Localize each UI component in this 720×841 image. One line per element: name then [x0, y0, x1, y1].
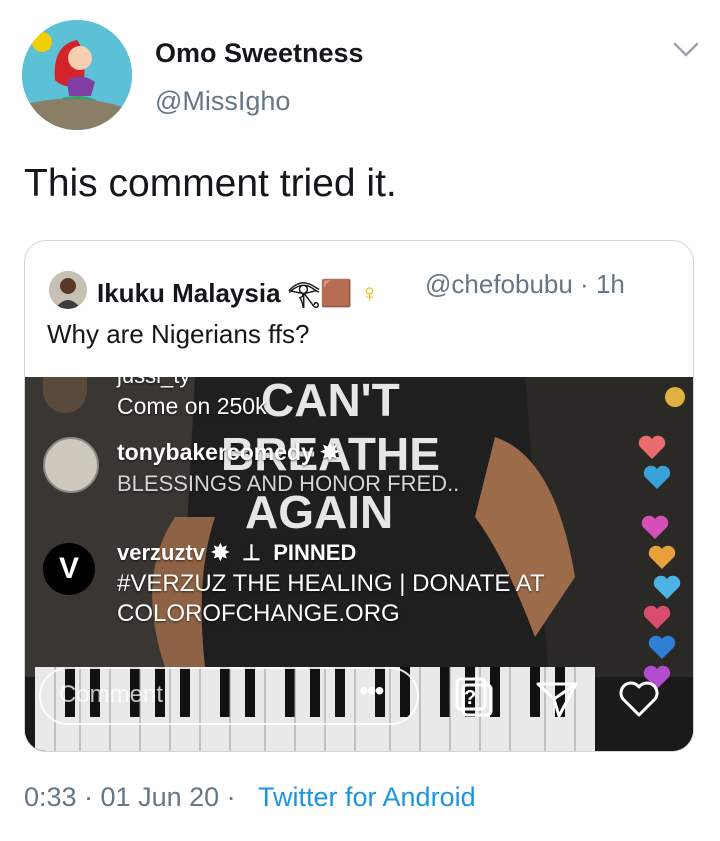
verified-badge-icon: ✸ [211, 540, 230, 565]
author-avatar[interactable] [22, 20, 132, 130]
quoted-tweet-card[interactable]: Ikuku Malaysia 𓂀🟫 ♀ @chefobubu · 1h Why … [24, 240, 694, 752]
verzuz-avatar: V [43, 543, 95, 595]
pinned-badge: PINNED [273, 540, 357, 565]
comment-text-line-2: COLOROFCHANGE.ORG [117, 600, 400, 627]
comment-username: tonybakercomedy ✸ [117, 439, 340, 466]
comment-username-text: verzuztv [117, 540, 206, 565]
comment-text: BLESSINGS AND HONOR FRED.. [117, 471, 460, 496]
quoted-media-image[interactable]: CAN'T BREATHE AGAIN jussi_ty Come on 250… [25, 377, 693, 751]
verified-badge-icon: ✸ [320, 439, 340, 465]
author-name[interactable]: Omo Sweetness [155, 38, 364, 69]
female-sign-icon: ♀ [359, 278, 380, 308]
comment-text-line-1: #VERZUZ THE HEALING | DONATE AT [117, 570, 545, 597]
comment-username: jussi_ty [117, 377, 190, 389]
quoted-handle-time[interactable]: @chefobubu · 1h [425, 269, 625, 300]
comment-input[interactable]: Comment ••• [39, 667, 419, 725]
quoted-author-name-text: Ikuku Malaysia 𓂀🟫 [97, 278, 353, 308]
tweet-timestamp[interactable]: 0:33 · 01 Jun 20 · [24, 782, 236, 813]
chevron-down-icon[interactable] [672, 40, 700, 60]
comment-username-text: tonybakercomedy [117, 439, 314, 465]
heart-icon[interactable] [617, 679, 661, 719]
author-handle[interactable]: @MissIgho [155, 86, 290, 117]
more-options-icon[interactable]: ••• [359, 675, 384, 707]
comment-placeholder: Comment [59, 681, 164, 708]
svg-text:?: ? [464, 687, 476, 709]
quoted-text: Why are Nigerians ffs? [47, 319, 310, 349]
comment-username: verzuztv ✸ ⊥ PINNED [117, 540, 356, 566]
comment-avatar [43, 437, 99, 493]
tweet-text: This comment tried it. [24, 162, 397, 205]
shirt-text-line-1: CAN'T [261, 377, 400, 426]
quoted-author-avatar [49, 271, 87, 309]
quoted-author-name[interactable]: Ikuku Malaysia 𓂀🟫 ♀ [97, 269, 379, 311]
send-icon[interactable] [535, 679, 579, 719]
pin-icon: ⊥ [235, 540, 268, 565]
tweet-source-link[interactable]: Twitter for Android [258, 782, 476, 813]
question-icon[interactable]: ? [455, 677, 495, 719]
comment-text: Come on 250k [117, 393, 267, 419]
